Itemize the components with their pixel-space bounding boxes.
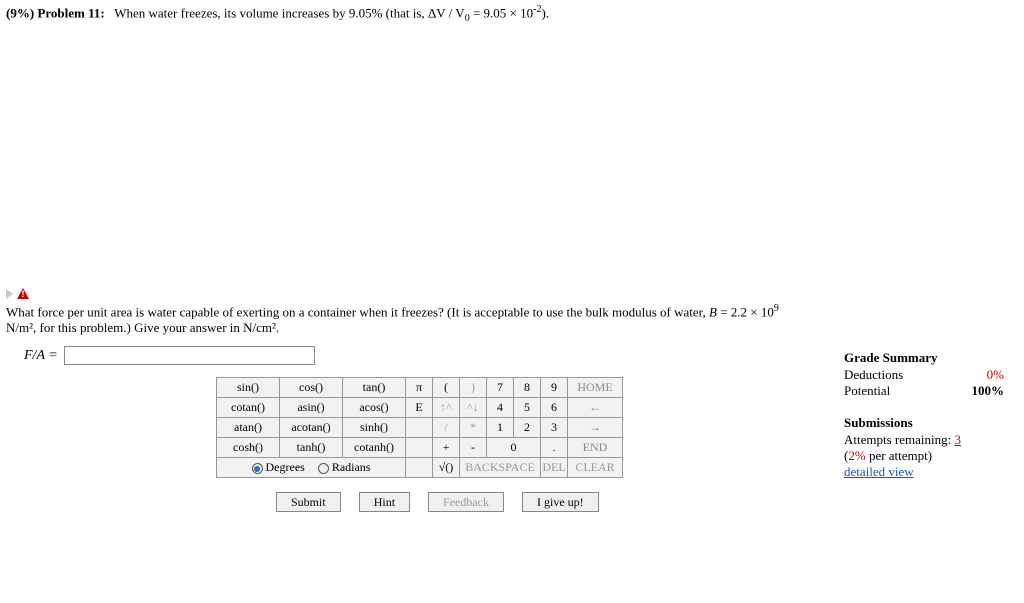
problem-header: (9%) Problem 11: When water freezes, its… bbox=[6, 4, 1018, 24]
key-del[interactable]: DEL bbox=[541, 458, 568, 478]
key-pi[interactable]: π bbox=[406, 378, 433, 398]
key-0[interactable]: 0 bbox=[487, 438, 541, 458]
key-5[interactable]: 5 bbox=[514, 398, 541, 418]
key-cos[interactable]: cos() bbox=[280, 378, 343, 398]
key-clear[interactable]: CLEAR bbox=[568, 458, 623, 478]
key-4[interactable]: 4 bbox=[487, 398, 514, 418]
deductions-label: Deductions bbox=[844, 367, 903, 383]
hint-button[interactable]: Hint bbox=[359, 492, 410, 512]
question-sup: 9 bbox=[774, 303, 779, 314]
key-1[interactable]: 1 bbox=[487, 418, 514, 438]
attempts-label: Attempts remaining: bbox=[844, 432, 954, 447]
key-9[interactable]: 9 bbox=[541, 378, 568, 398]
problem-text-2: = 9.05 × 10 bbox=[470, 5, 533, 20]
expand-icon[interactable] bbox=[6, 289, 13, 299]
grade-title: Grade Summary bbox=[844, 350, 1004, 366]
action-row: Submit Hint Feedback I give up! bbox=[276, 492, 623, 512]
warning-icon bbox=[17, 288, 29, 299]
key-8[interactable]: 8 bbox=[514, 378, 541, 398]
deductions-value: 0% bbox=[987, 367, 1004, 383]
key-E[interactable]: E bbox=[406, 398, 433, 418]
key-cotan[interactable]: cotan() bbox=[217, 398, 280, 418]
key-3[interactable]: 3 bbox=[541, 418, 568, 438]
key-7[interactable]: 7 bbox=[487, 378, 514, 398]
key-sin[interactable]: sin() bbox=[217, 378, 280, 398]
answer-input[interactable] bbox=[64, 346, 315, 365]
potential-label: Potential bbox=[844, 383, 890, 399]
feedback-button[interactable]: Feedback bbox=[428, 492, 504, 512]
key-blank1 bbox=[406, 418, 433, 438]
key-6[interactable]: 6 bbox=[541, 398, 568, 418]
key-blank2 bbox=[406, 438, 433, 458]
key-sqrt[interactable]: √() bbox=[433, 458, 460, 478]
key-atan[interactable]: atan() bbox=[217, 418, 280, 438]
key-tan[interactable]: tan() bbox=[343, 378, 406, 398]
problem-weight: (9%) bbox=[6, 5, 34, 20]
key-asin[interactable]: asin() bbox=[280, 398, 343, 418]
key-rparen[interactable]: ) bbox=[460, 378, 487, 398]
key-2[interactable]: 2 bbox=[514, 418, 541, 438]
key-mul[interactable]: * bbox=[460, 418, 487, 438]
question-part: What force per unit area is water capabl… bbox=[6, 286, 1018, 336]
keypad: sin() cos() tan() π ( ) 7 8 9 HOME cotan… bbox=[216, 377, 623, 512]
answer-label: F/A = bbox=[24, 348, 58, 364]
key-dot[interactable]: . bbox=[541, 438, 568, 458]
submissions-title: Submissions bbox=[844, 415, 1004, 431]
question-text-1: What force per unit area is water capabl… bbox=[6, 304, 709, 319]
key-down[interactable]: ^↓ bbox=[460, 398, 487, 418]
key-blank3 bbox=[406, 458, 433, 478]
radio-degrees-icon bbox=[252, 463, 263, 474]
key-backspace[interactable]: BACKSPACE bbox=[460, 458, 541, 478]
key-cosh[interactable]: cosh() bbox=[217, 438, 280, 458]
bulk-modulus-var: B bbox=[709, 304, 717, 319]
question-text-3: N/m², for this problem.) Give your answe… bbox=[6, 320, 279, 335]
per-attempt-value: 2% bbox=[848, 448, 865, 463]
key-left[interactable]: ← bbox=[568, 398, 623, 418]
problem-text-3: ). bbox=[541, 5, 549, 20]
mode-degrees[interactable]: Degrees bbox=[252, 460, 308, 474]
key-up[interactable]: ↑^ bbox=[433, 398, 460, 418]
key-right[interactable]: → bbox=[568, 418, 623, 438]
key-lparen[interactable]: ( bbox=[433, 378, 460, 398]
radio-radians-icon bbox=[318, 463, 329, 474]
detailed-view-link[interactable]: detailed view bbox=[844, 464, 1004, 480]
mode-radians[interactable]: Radians bbox=[318, 460, 371, 474]
radians-label: Radians bbox=[332, 460, 371, 474]
key-acotan[interactable]: acotan() bbox=[280, 418, 343, 438]
attempts-value: 3 bbox=[954, 432, 961, 447]
per-attempt-close: per attempt) bbox=[866, 448, 932, 463]
giveup-button[interactable]: I give up! bbox=[522, 492, 599, 512]
degrees-label: Degrees bbox=[266, 460, 305, 474]
key-tanh[interactable]: tanh() bbox=[280, 438, 343, 458]
submit-button[interactable]: Submit bbox=[276, 492, 341, 512]
key-div[interactable]: / bbox=[433, 418, 460, 438]
key-home[interactable]: HOME bbox=[568, 378, 623, 398]
figure-spacer bbox=[6, 26, 1018, 286]
key-acos[interactable]: acos() bbox=[343, 398, 406, 418]
grade-summary: Grade Summary Deductions 0% Potential 10… bbox=[844, 350, 1004, 480]
key-sinh[interactable]: sinh() bbox=[343, 418, 406, 438]
key-cotanh[interactable]: cotanh() bbox=[343, 438, 406, 458]
key-plus[interactable]: + bbox=[433, 438, 460, 458]
problem-label: Problem 11: bbox=[37, 5, 104, 20]
key-minus[interactable]: - bbox=[460, 438, 487, 458]
question-text-2: = 2.2 × 10 bbox=[717, 304, 774, 319]
potential-value: 100% bbox=[972, 383, 1005, 398]
key-end[interactable]: END bbox=[568, 438, 623, 458]
problem-text-1: When water freezes, its volume increases… bbox=[114, 5, 464, 20]
